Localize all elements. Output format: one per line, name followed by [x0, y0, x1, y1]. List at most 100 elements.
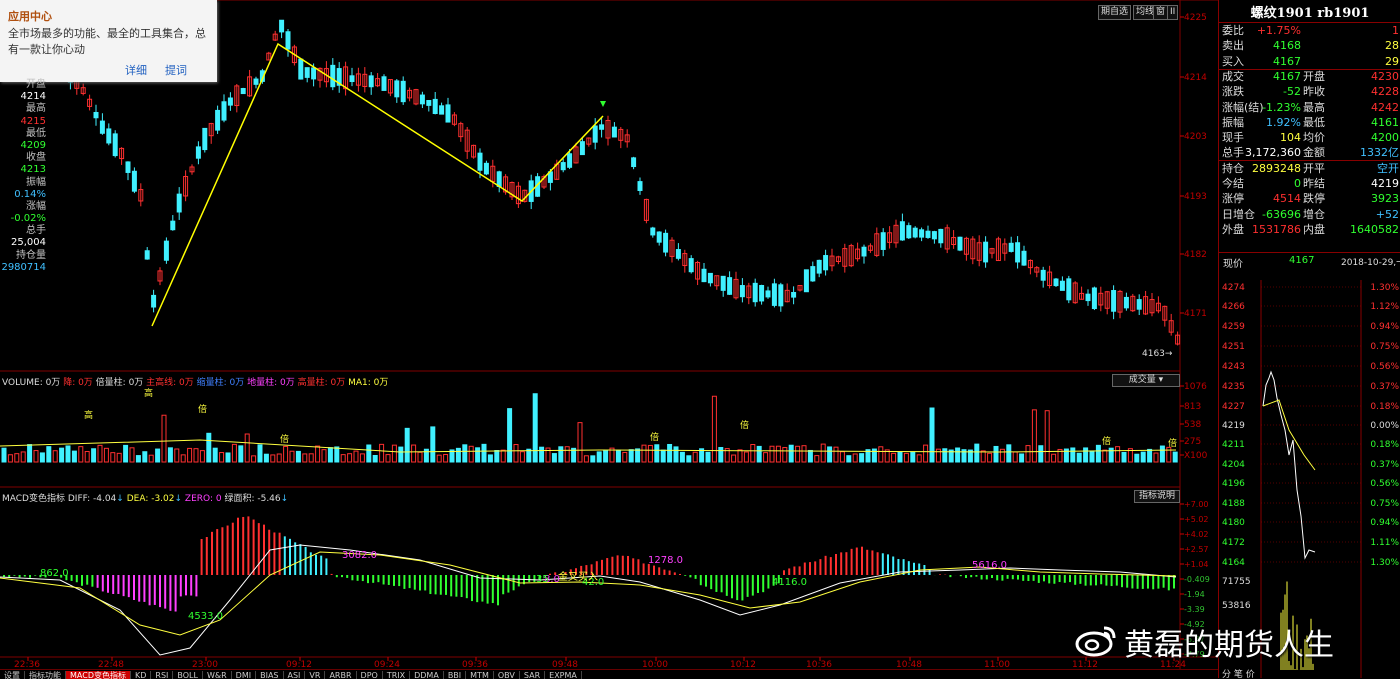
quote-value-2: 1 — [1392, 24, 1399, 37]
macd-annotation: 4533.0 — [188, 611, 223, 622]
volume-bar — [910, 451, 916, 463]
quote-label-2: 跌停 — [1303, 192, 1325, 206]
quote-value: -63696 — [1262, 207, 1301, 221]
volume-bar — [123, 444, 129, 463]
quote-row: 涨幅(结) -1.23% 最高 4242 — [1219, 100, 1400, 115]
quote-label: 卖出 — [1222, 39, 1244, 53]
quote-value-2: 3923 — [1371, 192, 1399, 206]
quote-label: 买入 — [1222, 54, 1244, 68]
candle-body — [599, 124, 605, 130]
quote-label: 涨停 — [1222, 192, 1244, 206]
volume-bar — [635, 448, 641, 463]
indicator-help-button[interactable]: 指标说明 — [1134, 490, 1180, 503]
popup-hint-link[interactable]: 提词 — [165, 62, 187, 78]
candle-body — [99, 120, 105, 134]
candle-body — [240, 88, 246, 95]
volume-bar — [1038, 445, 1044, 463]
candle-body — [381, 76, 387, 91]
volume-bar — [1019, 453, 1025, 463]
quote-value: 104 — [1280, 131, 1301, 145]
volume-bar — [551, 453, 557, 463]
volume-bar — [289, 450, 295, 463]
app-center-popup[interactable]: 应用中心 全市场最多的功能、最全的工具集合，总有一款让你心动 详细 提词 — [0, 0, 217, 82]
volume-bar — [1051, 453, 1057, 463]
mini-left-label: 4243 — [1222, 362, 1245, 372]
mini-left-label: 4259 — [1222, 322, 1245, 332]
infobox-item: 4213 — [20, 164, 46, 176]
window-button[interactable]: 窗 — [1153, 5, 1169, 20]
watchlist-button[interactable]: 期自选 — [1098, 5, 1132, 20]
candle-body — [560, 162, 566, 171]
candlestick-chart[interactable]: 4225 4214 4203 4193 4182 4171 4163→ 1076 813 538 2… — [0, 0, 1218, 670]
quote-row: 涨停 4514 跌停 3923 — [1219, 191, 1400, 206]
volume-bar — [500, 449, 506, 463]
volume-bar — [711, 395, 717, 463]
macd-dea: DEA: -3.02 — [126, 494, 175, 504]
volume-bar — [507, 408, 513, 463]
main-chart-area[interactable]: 4225 4214 4203 4193 4182 4171 4163→ 1076 813 538 2… — [0, 0, 1218, 670]
volume-bar — [622, 451, 628, 463]
macd-annotation: 金叉买入 — [558, 570, 598, 583]
watermark-text: 黄磊的期货人生 — [1124, 628, 1334, 663]
volume-bar — [801, 445, 807, 463]
volume-bar — [199, 450, 205, 463]
volume-bar — [372, 455, 378, 463]
volume-bar — [667, 443, 673, 463]
candle-body — [656, 231, 662, 243]
volume-bar — [379, 443, 385, 463]
popup-detail-link[interactable]: 详细 — [125, 62, 147, 78]
volume-bar — [257, 444, 263, 463]
quote-label: 成交 — [1222, 69, 1244, 83]
volume-bar — [628, 449, 634, 463]
volume-axis-label: 275 — [1184, 437, 1201, 447]
volume-bar — [398, 446, 404, 463]
macd-axis-label: -0.409 — [1184, 575, 1210, 584]
contract-title: 螺纹1901 rb1901 — [1250, 6, 1370, 21]
volume-item: 主高线: 0万 — [143, 378, 194, 388]
volume-bar — [97, 444, 103, 463]
quote-row: 现手 104 均价 4200 — [1219, 130, 1400, 145]
volume-bar — [84, 451, 90, 463]
quote-value-2: 1640582 — [1350, 222, 1399, 236]
quote-value-2: 4200 — [1371, 131, 1399, 145]
macd-axis-label: +4.02 — [1184, 530, 1209, 539]
volume-bar — [148, 454, 154, 463]
quote-value: 2893248 — [1252, 161, 1301, 175]
volume-bar — [769, 445, 775, 463]
candle-body — [816, 259, 822, 274]
quote-value: -52 — [1283, 85, 1301, 99]
candle-body — [663, 232, 669, 253]
volume-bar — [270, 454, 276, 463]
candle-body — [202, 127, 208, 151]
volume-bar — [155, 448, 161, 463]
pause-button[interactable]: II — [1167, 5, 1179, 20]
candle-body — [279, 19, 285, 33]
volume-bar — [238, 445, 244, 463]
intraday-minichart[interactable]: 4274 1.30% 4266 1.12% 4259 0.94% 4251 0.75% 4243… — [1219, 280, 1400, 678]
candle-body — [759, 285, 765, 302]
volume-bar — [878, 446, 884, 463]
infobox-item: 0.14% — [14, 188, 46, 200]
volume-bar — [897, 451, 903, 463]
volume-bar — [833, 446, 839, 463]
volume-bar — [142, 451, 148, 463]
volume-dropdown[interactable]: 成交量 ▾ — [1112, 374, 1180, 387]
volume-bar — [52, 450, 58, 463]
quote-value: 4167 — [1273, 69, 1301, 83]
macd-name: MACD变色指标 — [2, 494, 65, 504]
macd-annotation: 1278.0 — [648, 555, 683, 566]
candle-body — [439, 105, 445, 115]
volume-bar — [955, 447, 961, 463]
candle-body — [912, 227, 918, 238]
bar-info-box: 开盘 4214 最高 4215 最低 4209 收盘 4213 振幅 0.14% 涨幅 -0.02% 总… — [0, 79, 48, 274]
volume-bar — [1025, 445, 1031, 463]
infobox-item: 总手 — [26, 225, 46, 237]
volume-bar — [78, 446, 84, 463]
mini-right-label: 0.56% — [1370, 362, 1399, 372]
candle-body — [419, 94, 425, 105]
candle-body — [496, 171, 502, 187]
volume-bar — [193, 448, 199, 463]
volume-bar — [308, 453, 314, 463]
quote-value: 4168 — [1273, 39, 1301, 53]
volume-ma-line — [0, 439, 1177, 453]
